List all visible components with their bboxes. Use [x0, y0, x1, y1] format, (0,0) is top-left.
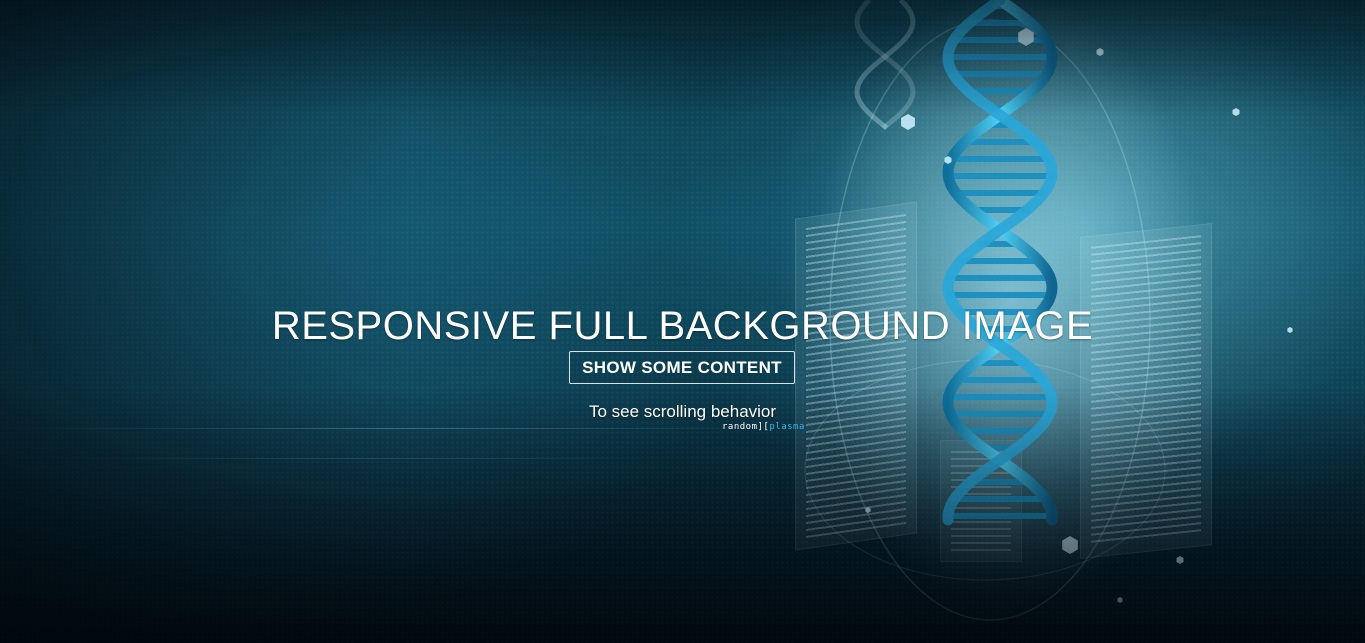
hero-title: RESPONSIVE FULL BACKGROUND IMAGE — [271, 304, 1094, 348]
credit-part-1: random — [722, 422, 758, 432]
hero-subtitle: To see scrolling behavior — [588, 402, 777, 421]
hero-section: RESPONSIVE FULL BACKGROUND IMAGE SHOW SO… — [0, 0, 1365, 643]
show-content-button[interactable]: SHOW SOME CONTENT — [569, 351, 795, 384]
credit-link[interactable]: random][plasma — [722, 422, 805, 433]
credit-part-2: plasma — [769, 422, 805, 432]
credit-separator: ][ — [757, 422, 770, 432]
